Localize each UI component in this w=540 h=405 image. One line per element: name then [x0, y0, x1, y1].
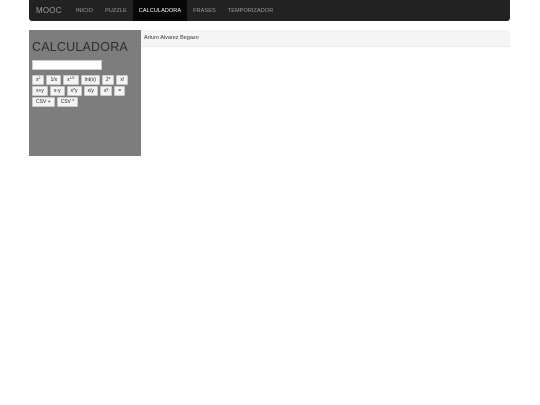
- multiply-button[interactable]: x*y: [66, 86, 82, 96]
- button-row-1: x2 1/x x1/2 Int(x) 2x x!: [32, 75, 129, 85]
- square-root-button-exponent: 1/2: [69, 76, 75, 80]
- factorial-button[interactable]: x!: [116, 75, 129, 85]
- add-button[interactable]: x+y: [32, 86, 48, 96]
- power-of-two-button-exponent: x: [108, 76, 111, 80]
- author-name: Arturo Alvarez Begazo: [144, 35, 199, 41]
- divide-button[interactable]: x/y: [83, 86, 98, 96]
- nav-item-calculadora[interactable]: CALCULADORA: [132, 0, 188, 21]
- power-of-two-button[interactable]: 2x: [101, 75, 115, 85]
- nav-item-inicio[interactable]: INICIO: [70, 0, 99, 21]
- equals-button[interactable]: =: [114, 86, 126, 96]
- button-row-2: x+y x-y x*y x/y xy =: [32, 86, 126, 96]
- calculator-display-input[interactable]: [32, 60, 102, 70]
- calculator-title: CALCULADORA: [32, 40, 128, 54]
- author-panel: Arturo Alvarez Begazo: [141, 30, 510, 47]
- calculator-panel: CALCULADORA x2 1/x x1/2 Int(x) 2x x! x+y…: [29, 30, 141, 156]
- square-root-button[interactable]: x1/2: [63, 75, 79, 85]
- power-button[interactable]: xy: [99, 86, 113, 96]
- csv-sum-button[interactable]: CSV +: [32, 97, 55, 107]
- square-button-exponent: 2: [38, 76, 41, 80]
- reciprocal-button[interactable]: 1/x: [46, 75, 62, 85]
- square-button[interactable]: x2: [32, 75, 45, 85]
- top-navbar: MOOC INICIO PUZZLE CALCULADORA FRASES TE…: [29, 0, 510, 21]
- nav-item-puzzle[interactable]: PUZZLE: [99, 0, 133, 21]
- power-button-exponent: y: [106, 87, 109, 91]
- nav-item-frases[interactable]: FRASES: [187, 0, 222, 21]
- csv-product-button[interactable]: CSV *: [56, 97, 79, 107]
- integer-part-button-label: Int(x): [84, 77, 96, 83]
- nav-item-temporizador[interactable]: TEMPORIZADOR: [222, 0, 280, 21]
- integer-part-button[interactable]: Int(x): [80, 75, 100, 85]
- brand-link[interactable]: MOOC: [29, 0, 70, 21]
- subtract-button[interactable]: x-y: [49, 86, 65, 96]
- reciprocal-button-label: 1/x: [50, 77, 58, 83]
- button-row-3: CSV + CSV *: [32, 97, 79, 107]
- factorial-button-label: x!: [120, 77, 125, 83]
